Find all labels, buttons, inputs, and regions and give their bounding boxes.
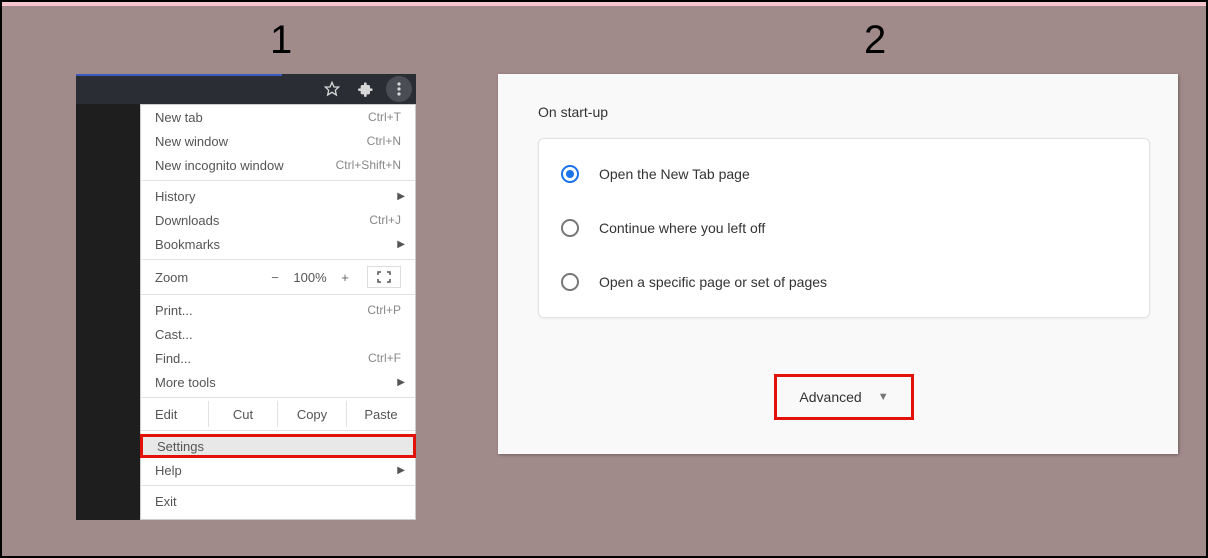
- menu-shortcut: Ctrl+P: [367, 303, 401, 317]
- menu-label: Exit: [155, 494, 401, 509]
- submenu-arrow-icon: ▶: [397, 465, 405, 476]
- menu-label: Help: [155, 463, 401, 478]
- menu-item-new-incognito[interactable]: New incognito window Ctrl+Shift+N: [141, 153, 415, 177]
- menu-item-new-window[interactable]: New window Ctrl+N: [141, 129, 415, 153]
- top-accent-strip: [2, 2, 1206, 6]
- extensions-puzzle-icon[interactable]: [352, 76, 380, 102]
- menu-shortcut: Ctrl+J: [369, 213, 401, 227]
- cut-button[interactable]: Cut: [209, 401, 278, 427]
- menu-item-print[interactable]: Print... Ctrl+P: [141, 298, 415, 322]
- menu-shortcut: Ctrl+N: [367, 134, 401, 148]
- settings-startup-panel: On start-up Open the New Tab page Contin…: [498, 74, 1178, 454]
- browser-toolbar: [76, 74, 416, 104]
- menu-label: New tab: [155, 110, 368, 125]
- copy-button[interactable]: Copy: [278, 401, 347, 427]
- menu-item-bookmarks[interactable]: Bookmarks ▶: [141, 232, 415, 256]
- advanced-label: Advanced: [799, 389, 861, 405]
- menu-shortcut: Ctrl+T: [368, 110, 401, 124]
- radio-icon: [561, 219, 579, 237]
- star-bookmark-icon[interactable]: [318, 76, 346, 102]
- menu-shortcut: Ctrl+Shift+N: [336, 158, 401, 172]
- chrome-dropdown-menu: New tab Ctrl+T New window Ctrl+N New inc…: [140, 104, 416, 520]
- menu-label: Bookmarks: [155, 237, 401, 252]
- chrome-menu-panel: New tab Ctrl+T New window Ctrl+N New inc…: [76, 74, 416, 520]
- zoom-label: Zoom: [155, 270, 263, 285]
- zoom-in-button[interactable]: +: [333, 270, 357, 285]
- menu-divider: [141, 259, 415, 260]
- step-1-label: 1: [270, 18, 292, 63]
- menu-item-cast[interactable]: Cast...: [141, 322, 415, 346]
- menu-item-more-tools[interactable]: More tools ▶: [141, 370, 415, 394]
- menu-item-new-tab[interactable]: New tab Ctrl+T: [141, 105, 415, 129]
- kebab-menu-icon[interactable]: [386, 76, 412, 102]
- active-tab-strip: [76, 74, 282, 104]
- fullscreen-icon: [377, 271, 391, 283]
- menu-label: New window: [155, 134, 367, 149]
- paste-button[interactable]: Paste: [347, 401, 415, 427]
- menu-divider: [141, 180, 415, 181]
- zoom-value: 100%: [287, 270, 333, 285]
- radio-continue-left-off[interactable]: Continue where you left off: [539, 201, 1149, 255]
- fullscreen-button[interactable]: [367, 266, 401, 288]
- menu-item-find[interactable]: Find... Ctrl+F: [141, 346, 415, 370]
- chevron-down-icon: ▼: [878, 391, 889, 403]
- menu-item-zoom: Zoom − 100% +: [141, 263, 415, 291]
- menu-label: More tools: [155, 375, 401, 390]
- radio-icon: [561, 273, 579, 291]
- radio-label: Open a specific page or set of pages: [599, 274, 827, 290]
- menu-item-exit[interactable]: Exit: [141, 489, 415, 513]
- advanced-toggle-button[interactable]: Advanced ▼: [774, 374, 913, 420]
- menu-label: Cast...: [155, 327, 401, 342]
- menu-label: Find...: [155, 351, 368, 366]
- menu-divider: [141, 485, 415, 486]
- menu-label: New incognito window: [155, 158, 336, 173]
- menu-shortcut: Ctrl+F: [368, 351, 401, 365]
- radio-label: Open the New Tab page: [599, 166, 750, 182]
- menu-item-history[interactable]: History ▶: [141, 184, 415, 208]
- startup-options-card: Open the New Tab page Continue where you…: [538, 138, 1150, 318]
- edit-label: Edit: [141, 401, 209, 427]
- zoom-out-button[interactable]: −: [263, 270, 287, 285]
- step-2-label: 2: [864, 18, 886, 63]
- menu-label: Settings: [157, 439, 399, 454]
- menu-divider: [141, 397, 415, 398]
- radio-label: Continue where you left off: [599, 220, 765, 236]
- menu-label: History: [155, 189, 401, 204]
- radio-open-new-tab[interactable]: Open the New Tab page: [539, 147, 1149, 201]
- menu-item-help[interactable]: Help ▶: [141, 458, 415, 482]
- menu-item-settings[interactable]: Settings: [140, 434, 416, 458]
- menu-item-edit-row: Edit Cut Copy Paste: [141, 401, 415, 427]
- menu-divider: [141, 430, 415, 431]
- menu-label: Downloads: [155, 213, 369, 228]
- submenu-arrow-icon: ▶: [397, 191, 405, 202]
- submenu-arrow-icon: ▶: [397, 377, 405, 388]
- browser-dark-area: [76, 104, 140, 520]
- radio-open-specific-page[interactable]: Open a specific page or set of pages: [539, 255, 1149, 309]
- radio-icon: [561, 165, 579, 183]
- menu-divider: [141, 294, 415, 295]
- submenu-arrow-icon: ▶: [397, 239, 405, 250]
- menu-label: Print...: [155, 303, 367, 318]
- section-title: On start-up: [538, 104, 1150, 120]
- menu-item-downloads[interactable]: Downloads Ctrl+J: [141, 208, 415, 232]
